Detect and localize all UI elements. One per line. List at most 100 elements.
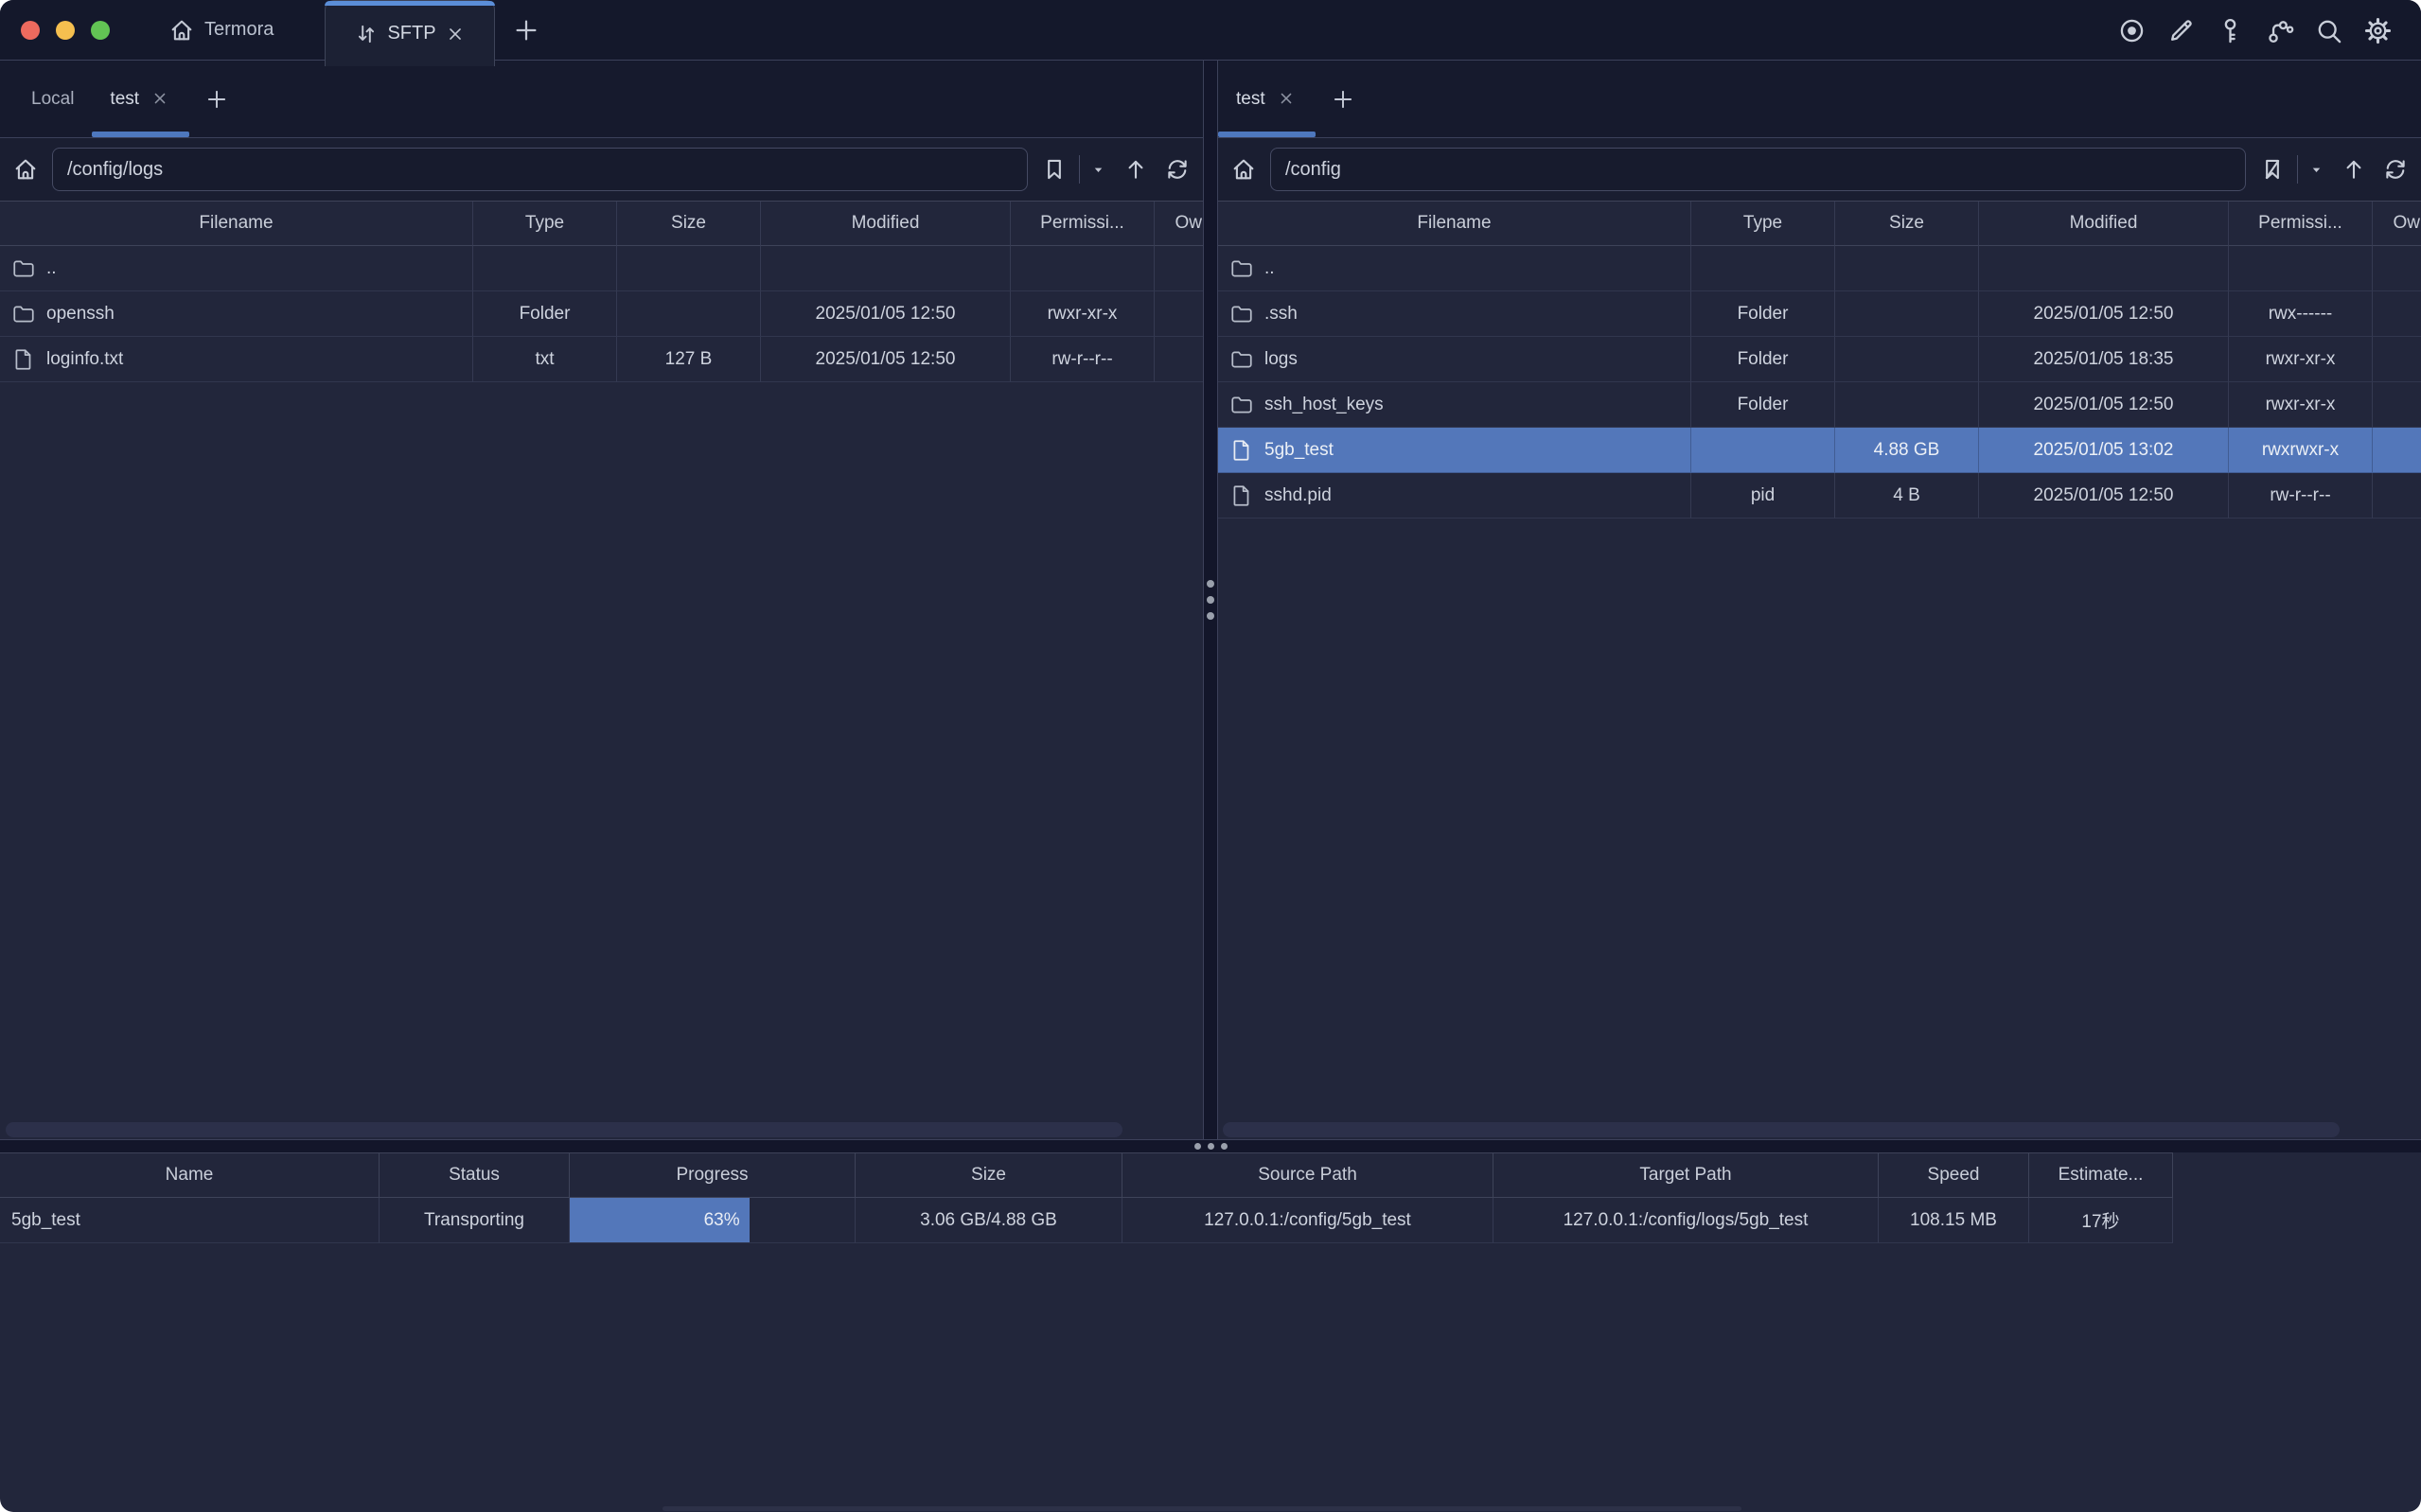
horizontal-splitter[interactable] [0, 1139, 2421, 1152]
file-type [473, 246, 617, 291]
transfer-column-name[interactable]: Name [0, 1153, 380, 1198]
transfer-column-status[interactable]: Status [380, 1153, 570, 1198]
file-permissions: rwxr-xr-x [2229, 337, 2373, 382]
tab-termora-home[interactable]: Termora [168, 17, 274, 44]
column-header-filename[interactable]: Filename [1218, 202, 1691, 246]
close-icon[interactable] [150, 89, 171, 110]
file-type [1691, 246, 1835, 291]
caret-down-icon[interactable] [2309, 163, 2324, 177]
key-icon[interactable] [2216, 16, 2245, 45]
settings-gear-icon[interactable] [2363, 16, 2393, 45]
active-tab-underline [92, 132, 189, 137]
table-row-loginfo[interactable]: loginfo.txt txt 127 B 2025/01/05 12:50 r… [0, 337, 1203, 382]
add-pane-tab-button[interactable] [1316, 61, 1370, 137]
bottom-scrollbar[interactable] [663, 1506, 1741, 1511]
bookmark-slash-icon[interactable] [2259, 156, 2286, 183]
right-horizontal-scrollbar[interactable] [1223, 1122, 2340, 1137]
table-row-5gb-test-selected[interactable]: 5gb_test 4.88 GB 2025/01/05 13:02 rwxrwx… [1218, 428, 2421, 473]
column-header-filename[interactable]: Filename [0, 202, 473, 246]
file-type: Folder [473, 291, 617, 337]
transfer-column-progress[interactable]: Progress [570, 1153, 856, 1198]
table-row-logs[interactable]: logs Folder 2025/01/05 18:35 rwxr-xr-x [1218, 337, 2421, 382]
right-path-input[interactable] [1270, 148, 2246, 191]
filename: logs [1264, 349, 1298, 370]
home-icon[interactable] [1230, 156, 1257, 183]
transfer-column-estimate[interactable]: Estimate... [2029, 1153, 2173, 1198]
file-permissions [2229, 246, 2373, 291]
add-pane-tab-button[interactable] [189, 61, 244, 137]
left-path-actions [1041, 155, 1191, 184]
file-type: Folder [1691, 337, 1835, 382]
tab-test-right[interactable]: test [1218, 61, 1316, 137]
file-modified: 2025/01/05 12:50 [1979, 382, 2229, 428]
column-header-permissions[interactable]: Permissi... [1011, 202, 1155, 246]
table-row-ssh-host-keys[interactable]: ssh_host_keys Folder 2025/01/05 12:50 rw… [1218, 382, 2421, 428]
transfer-column-speed[interactable]: Speed [1879, 1153, 2029, 1198]
table-row-parent-dir[interactable]: .. [1218, 246, 2421, 291]
filename: sshd.pid [1264, 485, 1332, 506]
column-header-size[interactable]: Size [1835, 202, 1979, 246]
left-horizontal-scrollbar[interactable] [6, 1122, 1122, 1137]
transfer-status: Transporting [380, 1198, 570, 1243]
close-window-button[interactable] [21, 21, 40, 40]
tab-local[interactable]: Local [13, 61, 92, 137]
transfer-estimate: 17秒 [2029, 1198, 2173, 1243]
edit-pencil-icon[interactable] [2166, 16, 2196, 45]
column-header-owner[interactable]: Owner [1155, 202, 1203, 246]
column-header-size[interactable]: Size [617, 202, 761, 246]
active-tab-label: SFTP [387, 23, 435, 44]
refresh-icon[interactable] [1164, 156, 1191, 183]
record-icon[interactable] [2117, 16, 2147, 45]
minimize-window-button[interactable] [56, 21, 75, 40]
transfer-row-5gb-test[interactable]: 5gb_test Transporting 63% 3.06 GB/4.88 G… [0, 1198, 2173, 1243]
vertical-splitter[interactable] [1203, 61, 1218, 1139]
home-icon[interactable] [12, 156, 39, 183]
transfer-column-source-path[interactable]: Source Path [1122, 1153, 1493, 1198]
keychain-branch-icon[interactable] [2265, 16, 2294, 45]
zoom-window-button[interactable] [91, 21, 110, 40]
transfer-column-size[interactable]: Size [856, 1153, 1122, 1198]
left-table-header: Filename Type Size Modified Permissi... … [0, 201, 1203, 246]
file-owner [2373, 337, 2421, 382]
arrow-up-icon[interactable] [2341, 156, 2367, 183]
file-size [1835, 337, 1979, 382]
column-header-modified[interactable]: Modified [761, 202, 1011, 246]
titlebar: Termora SFTP [0, 0, 2421, 61]
refresh-icon[interactable] [2382, 156, 2409, 183]
column-header-modified[interactable]: Modified [1979, 202, 2229, 246]
file-size: 4 B [1835, 473, 1979, 519]
table-row-sshd-pid[interactable]: sshd.pid pid 4 B 2025/01/05 12:50 rw-r--… [1218, 473, 2421, 519]
tab-sftp[interactable]: SFTP [325, 0, 495, 66]
right-table-header: Filename Type Size Modified Permissi... … [1218, 201, 2421, 246]
file-owner [1155, 337, 1203, 382]
left-path-input[interactable] [52, 148, 1028, 191]
caret-down-icon[interactable] [1091, 163, 1105, 177]
search-icon[interactable] [2314, 16, 2343, 45]
table-row-parent-dir[interactable]: .. [0, 246, 1203, 291]
right-path-actions [2259, 155, 2409, 184]
tab-test-left[interactable]: test [92, 61, 189, 137]
file-owner [2373, 291, 2421, 337]
column-header-owner[interactable]: Owner [2373, 202, 2421, 246]
file-permissions: rwx------ [2229, 291, 2373, 337]
splitter-dot [1207, 612, 1214, 620]
right-file-table: Filename Type Size Modified Permissi... … [1218, 201, 2421, 1139]
close-icon[interactable] [1277, 89, 1298, 110]
table-row-ssh[interactable]: .ssh Folder 2025/01/05 12:50 rwx------ [1218, 291, 2421, 337]
arrow-up-icon[interactable] [1122, 156, 1149, 183]
transfer-column-target-path[interactable]: Target Path [1493, 1153, 1879, 1198]
file-modified: 2025/01/05 18:35 [1979, 337, 2229, 382]
sftp-dual-pane: Local test [0, 61, 2421, 1139]
bookmark-icon[interactable] [1041, 156, 1068, 183]
column-header-type[interactable]: Type [473, 202, 617, 246]
new-tab-button[interactable] [512, 16, 540, 44]
file-type: Folder [1691, 382, 1835, 428]
file-permissions: rwxrwxr-x [2229, 428, 2373, 473]
column-header-type[interactable]: Type [1691, 202, 1835, 246]
table-row-openssh[interactable]: openssh Folder 2025/01/05 12:50 rwxr-xr-… [0, 291, 1203, 337]
file-permissions: rwxr-xr-x [2229, 382, 2373, 428]
termora-window: Termora SFTP [0, 0, 2421, 1512]
file-size [1835, 382, 1979, 428]
column-header-permissions[interactable]: Permissi... [2229, 202, 2373, 246]
close-icon[interactable] [445, 24, 466, 44]
